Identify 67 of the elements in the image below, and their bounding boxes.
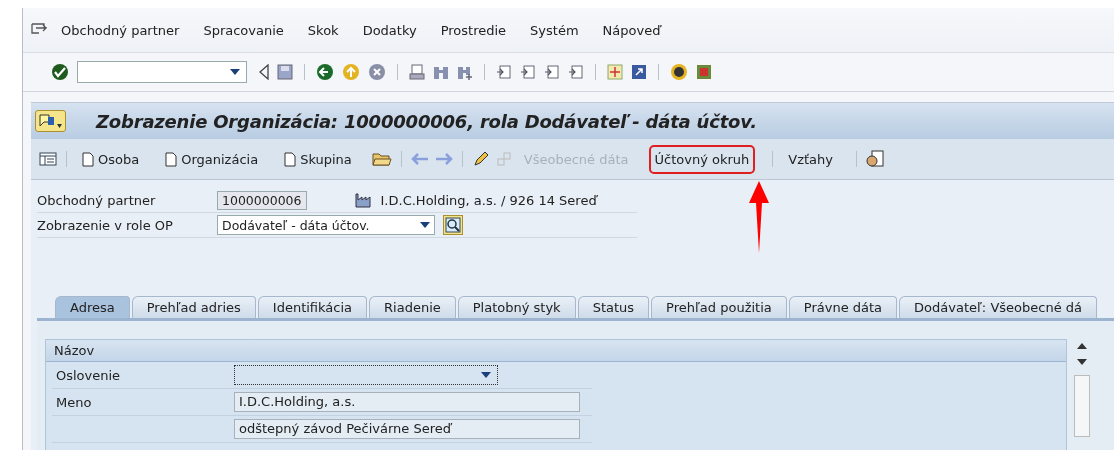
tab[interactable]: Dodávateľ: Všeobecné dá xyxy=(899,296,1097,318)
print-icon[interactable] xyxy=(409,64,425,80)
salutation-dropdown[interactable] xyxy=(234,365,498,385)
document-icon xyxy=(82,151,94,167)
scroll-down-icon[interactable] xyxy=(1077,359,1087,365)
cancel-icon[interactable] xyxy=(368,63,386,81)
window-title: Zobrazenie Organizácia: 1000000006, rola Dodávateľ - dáta účtov. xyxy=(96,110,757,132)
list-view-icon[interactable] xyxy=(39,152,57,166)
caret-icon xyxy=(57,124,62,128)
binoculars-plus-icon[interactable] xyxy=(457,64,473,80)
toolbar-button[interactable]: Vzťahy xyxy=(782,144,839,174)
scroll-up-icon[interactable] xyxy=(1077,343,1087,349)
menu-item[interactable]: Dodatky xyxy=(362,22,417,38)
menu-item[interactable]: Obchodný partner xyxy=(61,22,180,38)
page-nav-icon[interactable] xyxy=(520,64,536,80)
command-field[interactable] xyxy=(77,61,247,83)
page-nav-icon[interactable] xyxy=(544,64,560,80)
partner-number-field: 1000000006 xyxy=(217,190,307,210)
field-label: Meno xyxy=(55,394,93,410)
back-icon[interactable] xyxy=(316,63,334,81)
dropdown-caret-icon xyxy=(420,222,430,228)
flag-icon xyxy=(39,114,55,128)
page-nav-icon[interactable] xyxy=(496,64,512,80)
binoculars-icon[interactable] xyxy=(433,64,449,80)
new-window-icon[interactable] xyxy=(607,64,623,80)
title-menu-button[interactable] xyxy=(35,110,66,132)
input-field[interactable]: odštepný závod Pečivárne Sereď xyxy=(234,419,580,439)
shortcut-icon[interactable] xyxy=(631,64,647,80)
field-label: Oslovenie xyxy=(55,367,122,383)
factory-icon xyxy=(354,192,373,208)
form-icon[interactable] xyxy=(866,150,884,168)
search-icon xyxy=(445,217,461,233)
menu-item[interactable]: Nápoveď xyxy=(602,22,661,38)
role-dropdown[interactable]: Dodávateľ - dáta účtov. xyxy=(217,215,435,235)
dropdown-caret-icon xyxy=(481,372,491,378)
toolbar-button[interactable]: Účtovný okruh xyxy=(648,144,756,174)
toolbar-button[interactable]: Osoba xyxy=(76,144,146,174)
pencil-icon[interactable] xyxy=(471,150,490,168)
toolbar-button[interactable]: Organizácia xyxy=(159,144,265,174)
menu-icon[interactable] xyxy=(31,23,47,37)
tab[interactable]: Riadenie xyxy=(369,296,456,318)
tab[interactable]: Platobný styk xyxy=(457,296,576,318)
menu-item[interactable]: Systém xyxy=(530,22,579,38)
tab[interactable]: Adresa xyxy=(55,296,130,318)
triangle-left-icon[interactable] xyxy=(259,64,269,80)
tab[interactable]: Právne dáta xyxy=(788,296,898,318)
save-icon[interactable] xyxy=(277,64,293,80)
tab[interactable]: Prehľad adries xyxy=(131,296,256,318)
menu-item[interactable]: Prostredie xyxy=(440,22,507,38)
tab[interactable]: Status xyxy=(577,296,650,318)
checkmark-icon[interactable] xyxy=(51,63,69,81)
menu-item[interactable]: Spracovanie xyxy=(203,22,284,38)
toolbar-button[interactable]: Skupina xyxy=(278,144,358,174)
layout-icon[interactable] xyxy=(696,64,712,80)
dropdown-caret-icon xyxy=(230,69,240,75)
tab[interactable]: Prehľad použitia xyxy=(651,296,787,318)
tab[interactable]: Identifikácia xyxy=(257,296,368,318)
search-button[interactable] xyxy=(443,215,463,235)
field-label: Zobrazenie v role OP xyxy=(37,217,174,233)
document-icon xyxy=(284,151,297,167)
input-field[interactable]: I.D.C.Holding, a.s. xyxy=(234,392,580,412)
menu-item[interactable]: Skok xyxy=(307,22,339,38)
partner-description: I.D.C.Holding, a.s. / 926 14 Sereď xyxy=(380,192,597,208)
page-nav-icon[interactable] xyxy=(568,64,584,80)
open-folder-icon[interactable] xyxy=(371,151,392,167)
document-icon xyxy=(165,151,178,167)
field-label: Obchodný partner xyxy=(37,192,157,208)
